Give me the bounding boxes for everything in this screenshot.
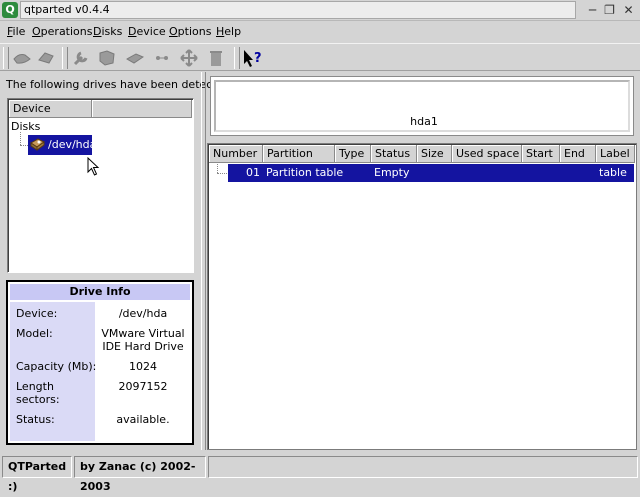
column-start[interactable]: Start	[522, 145, 560, 163]
svg-text:?: ?	[254, 51, 262, 66]
menu-options[interactable]: Options	[169, 25, 211, 38]
cut-icon[interactable]	[150, 47, 174, 69]
minimize-icon[interactable]: ─	[584, 2, 601, 18]
column-used-space[interactable]: Used space	[452, 145, 522, 163]
drive-info-title: Drive Info	[10, 284, 190, 300]
partition-graph-block[interactable]: hda1	[214, 80, 630, 132]
create-icon[interactable]	[10, 47, 34, 69]
row-tree-line	[217, 164, 218, 173]
column-size[interactable]: Size	[417, 145, 452, 163]
restore-icon[interactable]: ❐	[601, 2, 618, 18]
hard-disk-icon	[29, 137, 45, 153]
menu-operations-label: perations	[40, 25, 93, 38]
toolbar-grip[interactable]	[62, 47, 68, 69]
model-value-line2: IDE Hard Drive	[102, 340, 184, 353]
cell-status: Empty	[374, 166, 410, 179]
resize-icon[interactable]	[95, 47, 119, 69]
partition-graph: hda1	[210, 76, 634, 136]
menu-operations-accel: O	[32, 25, 41, 38]
column-number[interactable]: Number	[209, 145, 263, 163]
panel-splitter[interactable]	[201, 72, 206, 450]
delete-icon[interactable]	[34, 47, 58, 69]
window-title: qtparted v0.4.4	[20, 1, 576, 19]
mouse-cursor-icon	[87, 156, 103, 180]
menu-operations[interactable]: Operations	[32, 25, 93, 38]
app-icon[interactable]: Q	[2, 2, 18, 18]
title-bar: Q qtparted v0.4.4 ─ ❐ ✕	[0, 0, 640, 21]
menu-help[interactable]: Help	[216, 25, 241, 38]
menu-file[interactable]: File	[7, 25, 25, 38]
tree-drive-node[interactable]: /dev/hda	[28, 135, 96, 155]
status-bar: QTParted :) by Zanac (c) 2002-2003	[0, 454, 640, 493]
length-value: 2097152	[118, 380, 168, 393]
device-label: Device:	[16, 307, 58, 320]
menu-bar: File Operations Disks Device Options Hel…	[0, 22, 640, 42]
tree-header-empty[interactable]	[92, 100, 192, 118]
tree-disks-node[interactable]: Disks	[11, 120, 40, 133]
drive-info-panel: Drive Info Device: /dev/hda Model: VMwar…	[6, 280, 194, 445]
status-value: available.	[116, 413, 170, 426]
cell-partition: Partition table	[266, 166, 344, 179]
partition-graph-label: hda1	[410, 115, 438, 128]
status-app-name: QTParted :)	[2, 456, 72, 493]
length-label-line2: sectors:	[16, 393, 60, 406]
status-credits: by Zanac (c) 2002-2003	[74, 456, 206, 493]
column-type[interactable]: Type	[335, 145, 371, 163]
tree-header: Device	[9, 100, 192, 118]
model-label: Model:	[16, 327, 53, 340]
tree-drive-label: /dev/hda	[48, 138, 97, 151]
menu-file-label: ile	[12, 25, 26, 38]
column-partition[interactable]: Partition	[263, 145, 335, 163]
table-row[interactable]: 01 Partition table Empty table	[228, 164, 634, 182]
menu-help-label: elp	[224, 25, 242, 38]
column-label[interactable]: Label	[596, 145, 635, 163]
help-what-icon[interactable]: ?	[241, 47, 265, 69]
tree-branch-line	[20, 132, 21, 145]
cell-number: 01	[246, 166, 260, 179]
detected-drives-label: The following drives have been detected:	[6, 78, 235, 91]
column-end[interactable]: End	[560, 145, 596, 163]
format-icon[interactable]	[123, 47, 147, 69]
length-label-line1: Length	[16, 380, 54, 393]
column-status[interactable]: Status	[371, 145, 417, 163]
tree-branch-line	[20, 145, 28, 146]
tree-header-device[interactable]: Device	[9, 100, 92, 118]
menu-disks[interactable]: Disks	[93, 25, 122, 38]
capacity-label: Capacity (Mb):	[16, 360, 97, 373]
move-icon[interactable]	[177, 47, 201, 69]
device-value: /dev/hda	[118, 307, 168, 320]
menu-device-label: evice	[136, 25, 166, 38]
toolbar-grip[interactable]	[3, 47, 9, 69]
menu-device[interactable]: Device	[128, 25, 166, 38]
close-icon[interactable]: ✕	[620, 2, 637, 18]
capacity-value: 1024	[129, 360, 157, 373]
menu-options-accel: O	[169, 25, 178, 38]
row-tree-line	[217, 173, 227, 174]
menu-options-label: ptions	[177, 25, 212, 38]
status-message	[208, 456, 638, 478]
partition-table-header: Number Partition Type Status Size Used s…	[209, 145, 635, 163]
partition-table[interactable]: Number Partition Type Status Size Used s…	[207, 143, 637, 450]
properties-icon[interactable]	[69, 47, 93, 69]
status-label: Status:	[16, 413, 55, 426]
device-tree[interactable]: Device Disks /dev/hda	[7, 98, 194, 273]
cell-label: table	[599, 166, 627, 179]
model-value-line1: VMware Virtual	[101, 327, 185, 340]
toolbar: ?	[0, 43, 640, 71]
toolbar-grip[interactable]	[234, 47, 240, 69]
menu-disks-label: isks	[101, 25, 123, 38]
trash-icon[interactable]	[204, 47, 228, 69]
